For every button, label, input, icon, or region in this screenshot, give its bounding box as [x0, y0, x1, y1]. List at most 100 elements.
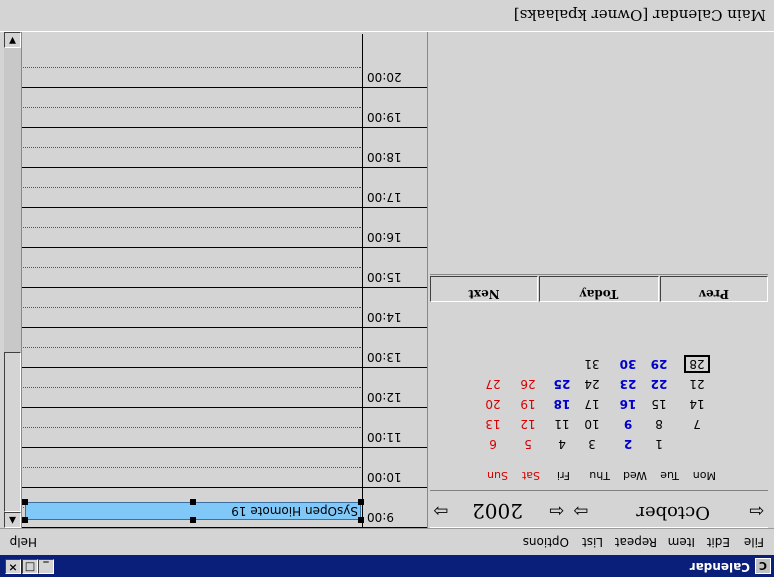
calendar-day-11[interactable]: 11: [549, 415, 575, 433]
next-button[interactable]: Next: [430, 276, 538, 302]
today-button[interactable]: Today: [539, 276, 659, 302]
hour-label: 19:00: [367, 110, 402, 124]
hour-row[interactable]: 14:00: [21, 288, 427, 328]
prev-year-arrow-icon[interactable]: ⇦: [549, 499, 564, 521]
close-button[interactable]: ×: [5, 559, 21, 574]
menu-file[interactable]: File: [744, 535, 764, 549]
weekday-mon: Mon: [692, 469, 716, 482]
prev-month-arrow-icon[interactable]: ⇦: [749, 499, 764, 521]
prev-button[interactable]: Prev: [660, 276, 768, 302]
half-hour-line: [23, 227, 361, 228]
appointment-text[interactable]: SysOpen Hiomote 19: [231, 504, 358, 518]
half-hour-line: [23, 427, 361, 428]
calendar-day-12[interactable]: 12: [515, 415, 541, 433]
next-month-arrow-icon[interactable]: ⇨: [573, 499, 588, 521]
scroll-up-arrow-icon[interactable]: ▼: [4, 32, 21, 48]
maximize-button[interactable]: □: [22, 559, 38, 574]
hour-row[interactable]: 15:00: [21, 248, 427, 288]
calendar-day-16[interactable]: 16: [615, 395, 641, 413]
calendar-day-25[interactable]: 25: [549, 375, 575, 393]
calendar-day-30[interactable]: 30: [615, 355, 641, 373]
resize-handle[interactable]: [22, 499, 28, 505]
hour-row[interactable]: 11:00: [21, 408, 427, 448]
resize-handle[interactable]: [358, 517, 364, 523]
calendar-app-icon[interactable]: C: [755, 558, 771, 574]
calendar-day-28[interactable]: 28: [684, 355, 710, 373]
hour-label: 14:00: [367, 310, 402, 324]
calendar-day-17[interactable]: 17: [579, 395, 605, 413]
resize-handle[interactable]: [190, 517, 196, 523]
hour-label: 9:00: [367, 510, 394, 524]
weekday-thu: Thu: [589, 469, 610, 482]
calendar-day-2[interactable]: 2: [615, 435, 641, 453]
status-bar: Main Calendar [Owner kpalaaks]: [0, 0, 774, 32]
calendar-day-29[interactable]: 29: [646, 355, 672, 373]
calendar-day-19[interactable]: 19: [515, 395, 541, 413]
calendar-day-3[interactable]: 3: [579, 435, 605, 453]
hour-row[interactable]: 19:00: [21, 88, 427, 128]
weekday-sun: Sun: [487, 469, 508, 482]
calendar-day-23[interactable]: 23: [615, 375, 641, 393]
menu-item[interactable]: Item: [668, 535, 695, 549]
menu-help[interactable]: Help: [10, 535, 37, 549]
half-hour-line: [23, 467, 361, 468]
title-bar: C Calendar _ □ ×: [0, 554, 774, 577]
calendar-day-8[interactable]: 8: [646, 415, 672, 433]
resize-handle[interactable]: [190, 499, 196, 505]
hour-row[interactable]: 13:00: [21, 328, 427, 368]
half-hour-line: [23, 147, 361, 148]
calendar-day-22[interactable]: 22: [646, 375, 672, 393]
hour-row[interactable]: 20:00: [21, 48, 427, 88]
appointment-block[interactable]: SysOpen Hiomote 19: [22, 499, 364, 523]
half-hour-line: [23, 267, 361, 268]
month-label: October: [636, 502, 710, 523]
weekday-wed: Wed: [623, 469, 647, 482]
hour-row[interactable]: 17:00: [21, 168, 427, 208]
menu-options[interactable]: Options: [523, 535, 569, 549]
menu-edit[interactable]: Edit: [707, 535, 730, 549]
calendar-day-31[interactable]: 31: [579, 355, 605, 373]
hour-label: 13:00: [367, 350, 402, 364]
weekday-sat: Sat: [521, 469, 540, 482]
hour-row[interactable]: 12:00: [21, 368, 427, 408]
scroll-down-arrow-icon[interactable]: ▲: [4, 512, 21, 528]
calendar-day-7[interactable]: 7: [684, 415, 710, 433]
half-hour-line: [23, 347, 361, 348]
scroll-thumb[interactable]: [4, 352, 21, 512]
calendar-day-1[interactable]: 1: [646, 435, 672, 453]
calendar-day-27[interactable]: 27: [480, 375, 506, 393]
weekday-fri: Fri: [556, 469, 570, 482]
hour-row[interactable]: 16:00: [21, 208, 427, 248]
calendar-day-20[interactable]: 20: [480, 395, 506, 413]
menu-repeat[interactable]: Repeat: [615, 535, 657, 549]
minimize-button[interactable]: _: [38, 559, 54, 574]
half-hour-line: [23, 107, 361, 108]
hour-label: 18:00: [367, 150, 402, 164]
resize-handle[interactable]: [22, 517, 28, 523]
calendar-day-10[interactable]: 10: [579, 415, 605, 433]
resize-handle[interactable]: [358, 499, 364, 505]
menu-list[interactable]: List: [582, 535, 603, 549]
calendar-day-21[interactable]: 21: [684, 375, 710, 393]
day-view-scrollbar[interactable]: ▲ ▼: [4, 32, 22, 528]
hour-row[interactable]: 10:00: [21, 448, 427, 488]
month-navigator: ⇦ October ⇨ ⇦ 2002 ⇨: [430, 490, 768, 528]
next-year-arrow-icon[interactable]: ⇨: [433, 499, 448, 521]
hour-label: 12:00: [367, 390, 402, 404]
calendar-day-6[interactable]: 6: [480, 435, 506, 453]
calendar-day-5[interactable]: 5: [515, 435, 541, 453]
calendar-day-13[interactable]: 13: [480, 415, 506, 433]
calendar-day-24[interactable]: 24: [579, 375, 605, 393]
calendar-day-4[interactable]: 4: [549, 435, 575, 453]
calendar-day-15[interactable]: 15: [646, 395, 672, 413]
calendar-day-9[interactable]: 9: [615, 415, 641, 433]
calendar-day-26[interactable]: 26: [515, 375, 541, 393]
calendar-day-18[interactable]: 18: [549, 395, 575, 413]
month-panel: ⇦ October ⇨ ⇦ 2002 ⇨ Mon Tue Wed Thu Fri…: [429, 0, 774, 528]
hour-row[interactable]: 18:00: [21, 128, 427, 168]
half-hour-line: [23, 67, 361, 68]
calendar-day-14[interactable]: 14: [684, 395, 710, 413]
hour-label: 16:00: [367, 230, 402, 244]
half-hour-line: [23, 387, 361, 388]
menu-bar: File Edit Item Repeat List Options Help: [0, 528, 774, 555]
